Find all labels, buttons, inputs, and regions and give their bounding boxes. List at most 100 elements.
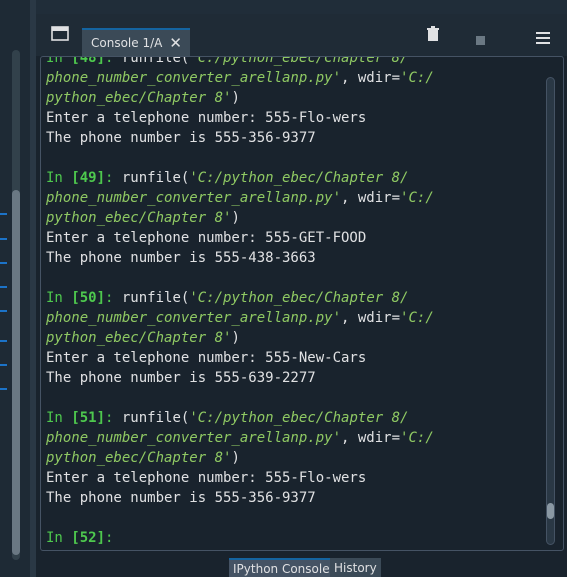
path-string: 'C:/python_ebec/Chapter 8/ [189, 56, 409, 66]
trash-icon[interactable] [426, 26, 440, 46]
prompt-colon: : [105, 290, 122, 306]
separator: , [341, 430, 358, 446]
path-string: 'C:/python_ebec/Chapter 8/ [189, 290, 409, 306]
console-line: phone_number_converter_arellanp.py', wdi… [46, 68, 434, 88]
console-line: phone_number_converter_arellanp.py', wdi… [46, 308, 434, 328]
outline-marker [0, 388, 7, 390]
console-line: In [52]: [46, 528, 434, 548]
wdir-keyword: wdir= [357, 430, 401, 446]
console-line: phone_number_converter_arellanp.py', wdi… [46, 428, 434, 448]
path-string: 'C:/python_ebec/Chapter 8/ [189, 410, 409, 426]
prompt-colon: : [105, 56, 122, 66]
window-icon[interactable] [51, 26, 69, 46]
console-line: python_ebec/Chapter 8') [46, 448, 434, 468]
console-line: Enter a telephone number: 555-Flo-wers [46, 468, 434, 488]
path-string: python_ebec/Chapter 8' [46, 90, 232, 106]
console-lines: In [48]: runfile('C:/python_ebec/Chapter… [46, 56, 434, 548]
outline-marker [0, 238, 7, 240]
output-line: The phone number is 555-356-9377 [46, 130, 316, 146]
outline-marker [0, 310, 7, 312]
output-line: Enter a telephone number: 555-New-Cars [46, 350, 367, 366]
path-string: 'C:/ [400, 430, 434, 446]
output-line: The phone number is 555-639-2277 [46, 370, 316, 386]
outline-marker [0, 213, 7, 215]
title-bar [36, 0, 567, 14]
close-paren: ) [231, 210, 240, 226]
path-string: phone_number_converter_arellanp.py' [46, 70, 342, 86]
in-prompt: In [46, 290, 72, 306]
path-string: 'C:/ [400, 190, 434, 206]
console-scrollbar-track[interactable] [546, 77, 555, 545]
path-string: phone_number_converter_arellanp.py' [46, 430, 342, 446]
left-scrollbar-thumb[interactable] [12, 190, 20, 555]
tab-console-label: Console 1/A [91, 36, 163, 50]
close-icon[interactable]: ✕ [169, 34, 182, 52]
close-paren: ) [231, 330, 240, 346]
in-prompt: In [46, 530, 72, 546]
runfile-call: runfile( [121, 170, 190, 186]
output-line: Enter a telephone number: 555-GET-FOOD [46, 230, 367, 246]
console-line: python_ebec/Chapter 8') [46, 88, 434, 108]
separator: , [341, 70, 358, 86]
prompt-colon: : [105, 530, 114, 546]
prompt-number: [51] [71, 410, 106, 426]
path-string: python_ebec/Chapter 8' [46, 330, 232, 346]
close-paren: ) [231, 90, 240, 106]
tab-ipython-console[interactable]: IPython Console [229, 558, 334, 577]
hamburger-menu-icon[interactable] [536, 29, 550, 48]
outline-marker [0, 364, 7, 366]
outline-marker [0, 262, 7, 264]
console-line: The phone number is 555-639-2277 [46, 368, 434, 388]
tab-console[interactable]: Console 1/A ✕ [82, 28, 190, 56]
console-output[interactable]: In [48]: runfile('C:/python_ebec/Chapter… [40, 56, 564, 551]
path-string: 'C:/ [400, 70, 434, 86]
console-line: Enter a telephone number: 555-Flo-wers [46, 108, 434, 128]
prompt-number: [48] [71, 56, 106, 66]
output-line: The phone number is 555-356-9377 [46, 490, 316, 506]
console-line: In [48]: runfile('C:/python_ebec/Chapter… [46, 56, 434, 68]
path-string: phone_number_converter_arellanp.py' [46, 190, 342, 206]
separator: , [341, 190, 358, 206]
path-string: python_ebec/Chapter 8' [46, 210, 232, 226]
runfile-call: runfile( [121, 410, 190, 426]
wdir-keyword: wdir= [357, 310, 401, 326]
console-line: The phone number is 555-356-9377 [46, 488, 434, 508]
close-paren: ) [231, 450, 240, 466]
stop-icon[interactable] [476, 30, 485, 49]
console-scrollbar-thumb[interactable] [547, 503, 554, 519]
wdir-keyword: wdir= [357, 70, 401, 86]
path-string: 'C:/python_ebec/Chapter 8/ [189, 170, 409, 186]
wdir-keyword: wdir= [357, 190, 401, 206]
runfile-call: runfile( [121, 290, 190, 306]
in-prompt: In [46, 56, 72, 66]
console-line: The phone number is 555-356-9377 [46, 128, 434, 148]
tab-history[interactable]: History [330, 558, 381, 577]
prompt-number: [50] [71, 290, 106, 306]
console-line: The phone number is 555-438-3663 [46, 248, 434, 268]
runfile-call: runfile( [121, 56, 190, 66]
console-line: In [50]: runfile('C:/python_ebec/Chapter… [46, 288, 434, 308]
prompt-colon: : [105, 410, 122, 426]
prompt-number: [49] [71, 170, 106, 186]
console-line: In [51]: runfile('C:/python_ebec/Chapter… [46, 408, 434, 428]
path-string: phone_number_converter_arellanp.py' [46, 310, 342, 326]
console-line: python_ebec/Chapter 8') [46, 328, 434, 348]
output-line: Enter a telephone number: 555-Flo-wers [46, 470, 367, 486]
console-line: Enter a telephone number: 555-New-Cars [46, 348, 434, 368]
console-line: In [49]: runfile('C:/python_ebec/Chapter… [46, 168, 434, 188]
console-line: python_ebec/Chapter 8') [46, 208, 434, 228]
path-string: 'C:/ [400, 310, 434, 326]
in-prompt: In [46, 410, 72, 426]
separator: , [341, 310, 358, 326]
console-line: phone_number_converter_arellanp.py', wdi… [46, 188, 434, 208]
console-pane: Console 1/A ✕ In [48]: runfile('C:/pytho… [36, 0, 567, 577]
left-panel-strip [0, 0, 30, 577]
path-string: python_ebec/Chapter 8' [46, 450, 232, 466]
output-line: The phone number is 555-438-3663 [46, 250, 316, 266]
console-line: Enter a telephone number: 555-GET-FOOD [46, 228, 434, 248]
prompt-colon: : [105, 170, 122, 186]
